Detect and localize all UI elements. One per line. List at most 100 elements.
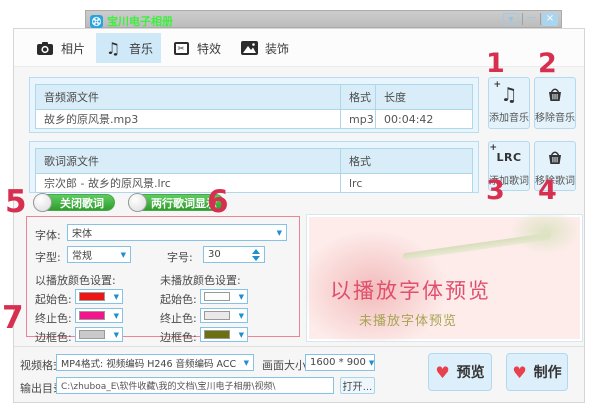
lyrics-file-panel: 歌词源文件 格式 宗次郎 - 故乡的原风景.lrc lrc [29, 141, 479, 193]
output-dir-input[interactable] [56, 377, 334, 394]
annotation-1: 1 [486, 50, 505, 77]
audio-file-length: 00:04:42 [376, 109, 472, 128]
tab-decorate[interactable]: 装饰 [232, 33, 297, 63]
screenshot-page: 宝川电子相册 ▾ — × 相片 ♫ 音乐 ✂ 特效 [0, 0, 600, 409]
close-button[interactable]: × [542, 13, 558, 26]
tab-label: 特效 [197, 40, 221, 57]
played-start-color-dropdown[interactable]: ▼ [75, 289, 123, 304]
frame-size-label: 画面大小: [262, 357, 310, 373]
audio-table-row[interactable]: 故乡的原风景.mp3 mp3 00:04:42 [36, 109, 472, 128]
video-format-dropdown[interactable]: MP4格式: 视频编码 H246 音频编码 ACC ▼ [56, 354, 254, 371]
app-film-reel-icon [90, 13, 103, 26]
font-family-value: 宋体 [72, 225, 92, 240]
font-size-spinner[interactable]: 30 [203, 246, 265, 263]
played-border-color-label: 边框色: [35, 329, 72, 345]
unplayed-start-color-label: 起始色: [160, 291, 197, 307]
annotation-7: 7 [2, 303, 24, 333]
toggle-knob [128, 193, 147, 212]
played-color-group-label: 以播放颜色设置: [35, 272, 116, 288]
played-end-color-dropdown[interactable]: ▼ [75, 308, 123, 323]
preview-button[interactable]: ♥ 预览 [428, 353, 492, 391]
close-lyrics-toggle-label: 关闭歌词 [60, 195, 104, 211]
bottom-divider [14, 346, 584, 347]
lyrics-table-row[interactable]: 宗次郎 - 故乡的原风景.lrc lrc [36, 173, 472, 192]
chevron-down-icon: ▼ [121, 251, 126, 259]
make-button[interactable]: ♥ 制作 [506, 353, 568, 391]
remove-music-button[interactable]: 移除音乐 [534, 77, 576, 129]
chevron-down-icon: ▼ [239, 331, 244, 339]
lyrics-table-header: 歌词源文件 格式 [36, 149, 472, 173]
preview-button-label: 预览 [457, 362, 485, 382]
spinner-arrows-icon[interactable] [252, 249, 260, 261]
lyrics-file-format: lrc [341, 173, 472, 192]
color-swatch [79, 330, 105, 339]
played-start-color-label: 起始色: [35, 291, 72, 307]
lyrics-col-source: 歌词源文件 [36, 149, 341, 173]
unplayed-end-color-dropdown[interactable]: ▼ [200, 308, 248, 323]
trash-basket-icon [546, 83, 564, 107]
played-border-color-dropdown[interactable]: ▼ [75, 327, 123, 342]
picture-icon [240, 41, 258, 56]
close-lyrics-toggle[interactable]: 关闭歌词 [33, 194, 115, 211]
annotation-2: 2 [538, 50, 557, 77]
color-swatch [79, 292, 105, 301]
unplayed-border-color-dropdown[interactable]: ▼ [200, 327, 248, 342]
skin-menu-button[interactable]: ▾ [503, 13, 519, 25]
make-button-label: 制作 [534, 362, 562, 382]
heart-icon: ♥ [435, 363, 449, 382]
heart-icon: ♥ [512, 363, 526, 382]
frame-size-dropdown[interactable]: 1600 * 900 ▼ [305, 354, 375, 371]
chevron-down-icon: ▼ [239, 293, 244, 301]
unplayed-start-color-dropdown[interactable]: ▼ [200, 289, 248, 304]
lyrics-file-name: 宗次郎 - 故乡的原风景.lrc [36, 173, 341, 192]
audio-col-format: 格式 [341, 85, 376, 109]
lyrics-table: 歌词源文件 格式 宗次郎 - 故乡的原风景.lrc lrc [35, 148, 473, 193]
unplayed-color-group-label: 未播放颜色设置: [160, 272, 241, 288]
font-family-dropdown[interactable]: 宋体 ▼ [67, 224, 287, 241]
audio-col-length: 长度 [376, 85, 472, 109]
add-lrc-icon: LRC + [496, 146, 521, 170]
title-bar: 宝川电子相册 ▾ — × [85, 10, 562, 28]
annotation-6: 6 [207, 187, 229, 217]
toggle-knob [33, 193, 52, 212]
font-style-dropdown[interactable]: 常规 ▼ [67, 246, 131, 263]
lyrics-col-format: 格式 [341, 149, 472, 173]
audio-table-header: 音频源文件 格式 长度 [36, 85, 472, 109]
minimize-button[interactable]: — [523, 11, 539, 25]
annotation-5: 5 [5, 187, 27, 217]
video-format-value: MP4格式: 视频编码 H246 音频编码 ACC [61, 356, 236, 370]
tab-effects[interactable]: ✂ 特效 [164, 33, 229, 63]
camera-icon [36, 41, 54, 56]
unplayed-border-color-label: 边框色: [160, 329, 197, 345]
window-title: 宝川电子相册 [107, 13, 173, 29]
tab-label: 相片 [61, 40, 85, 57]
music-note-icon: ♫ [104, 41, 122, 56]
chevron-down-icon: ▼ [369, 359, 374, 367]
lyrics-preview-pane: 以播放字体预览 未播放字体预览 [306, 214, 583, 342]
color-swatch [79, 311, 105, 320]
played-end-color-label: 终止色: [35, 310, 72, 326]
annotation-3: 3 [486, 177, 505, 204]
annotation-4: 4 [538, 177, 557, 204]
remove-music-label: 移除音乐 [535, 109, 575, 124]
unplayed-end-color-label: 终止色: [160, 310, 197, 326]
font-size-label: 字号: [167, 249, 193, 265]
tab-label: 音乐 [129, 40, 153, 57]
chevron-down-icon: ▼ [114, 331, 119, 339]
chevron-down-icon: ▼ [239, 312, 244, 320]
font-style-label: 字型: [35, 249, 61, 265]
frame-size-value: 1600 * 900 [310, 357, 366, 368]
tab-music[interactable]: ♫ 音乐 [96, 33, 161, 63]
audio-table: 音频源文件 格式 长度 故乡的原风景.mp3 mp3 00:04:42 [35, 84, 473, 129]
font-size-value: 30 [208, 249, 221, 260]
tab-photos[interactable]: 相片 [28, 33, 93, 63]
tab-label: 装饰 [265, 40, 289, 57]
add-music-button[interactable]: ♫ + 添加音乐 [488, 77, 530, 129]
window-body: 相片 ♫ 音乐 ✂ 特效 装饰 音频源文件 格式 [13, 28, 585, 403]
played-font-preview-text: 以播放字体预览 [330, 275, 491, 305]
audio-file-format: mp3 [341, 109, 376, 128]
open-folder-button[interactable]: 打开… [340, 377, 375, 394]
audio-file-name: 故乡的原风景.mp3 [36, 109, 341, 128]
effects-scissors-icon: ✂ [172, 41, 190, 56]
audio-file-panel: 音频源文件 格式 长度 故乡的原风景.mp3 mp3 00:04:42 [29, 77, 479, 133]
